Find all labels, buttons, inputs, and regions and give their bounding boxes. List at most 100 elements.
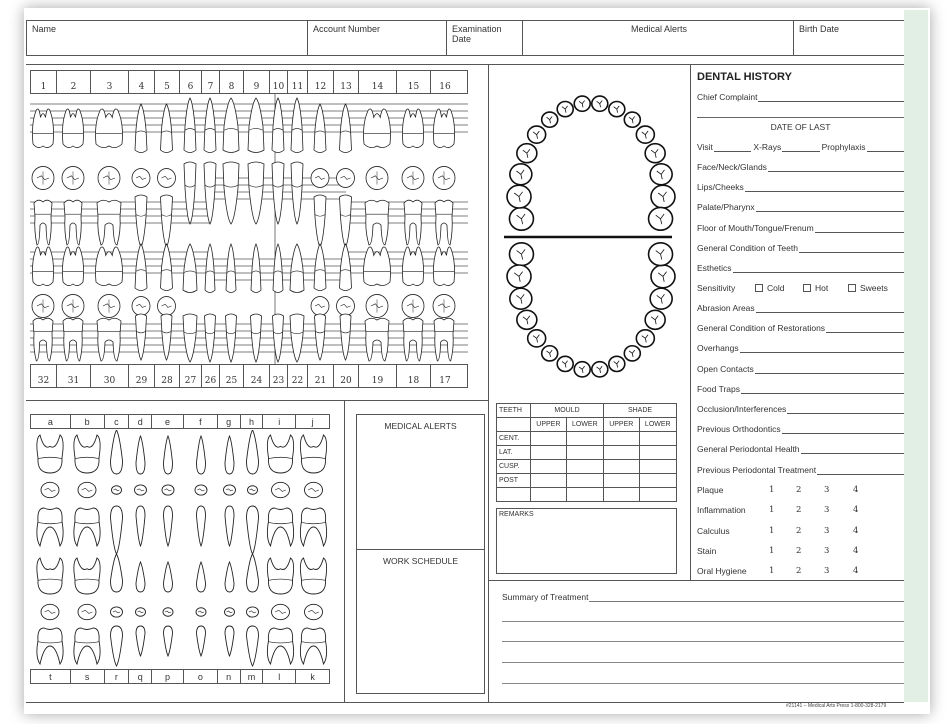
mould-shade-cell[interactable] — [530, 445, 567, 460]
chief-complaint-field[interactable]: Chief Complaint — [697, 92, 904, 102]
history-field[interactable]: Food Traps — [697, 384, 904, 394]
sensitivity-cold[interactable]: Cold — [755, 283, 803, 293]
mould-shade-cell[interactable] — [638, 459, 678, 474]
rating-option[interactable]: 1 — [769, 566, 774, 576]
history-field[interactable]: Occlusion/Interferences — [697, 404, 904, 414]
sensitivity-sweets[interactable]: Sweets — [848, 283, 888, 293]
mould-shade-cell[interactable] — [603, 473, 640, 488]
tooth-number-cell[interactable]: 14 — [359, 71, 397, 93]
medical-alerts-field[interactable]: Medical Alerts — [522, 20, 794, 56]
mould-shade-cell[interactable] — [603, 431, 640, 446]
summary-line[interactable] — [502, 683, 904, 684]
mould-shade-cell[interactable] — [603, 487, 640, 502]
tooth-number-cell[interactable]: 21 — [308, 365, 334, 387]
history-field[interactable]: Lips/Cheeks — [697, 182, 904, 193]
rating-option[interactable]: 3 — [824, 505, 829, 515]
history-field[interactable]: Abrasion Areas — [697, 303, 904, 313]
history-field[interactable]: Previous Orthodontics — [697, 424, 904, 435]
primary-tooth-letter-cell[interactable]: e — [152, 415, 184, 428]
mould-shade-cell[interactable] — [565, 459, 605, 474]
history-field[interactable]: Palate/Pharynx — [697, 202, 904, 213]
mould-shade-cell[interactable] — [638, 473, 678, 488]
tooth-number-cell[interactable]: 6 — [180, 71, 202, 93]
mould-shade-cell[interactable] — [565, 431, 605, 446]
mould-shade-cell[interactable] — [638, 487, 678, 502]
primary-tooth-letter-cell[interactable]: n — [218, 670, 241, 683]
cold-checkbox[interactable] — [755, 284, 763, 292]
primary-tooth-letter-cell[interactable]: f — [184, 415, 218, 428]
mould-shade-cell[interactable] — [603, 459, 640, 474]
tooth-number-cell[interactable]: 20 — [334, 365, 359, 387]
tooth-number-cell[interactable]: 5 — [155, 71, 180, 93]
tooth-number-cell[interactable]: 17 — [431, 365, 459, 387]
history-field[interactable]: General Condition of Restorations — [697, 323, 904, 334]
tooth-number-cell[interactable]: 3 — [91, 71, 129, 93]
primary-tooth-letter-cell[interactable]: k — [296, 670, 329, 683]
primary-tooth-letter-cell[interactable]: i — [263, 415, 297, 428]
examination-date-field[interactable]: Examination Date — [446, 20, 523, 56]
summary-line[interactable] — [502, 641, 904, 642]
work-schedule-area[interactable] — [357, 550, 484, 693]
primary-tooth-letter-cell[interactable]: t — [31, 670, 71, 683]
tooth-number-cell[interactable]: 28 — [155, 365, 180, 387]
tooth-number-cell[interactable]: 1 — [31, 71, 57, 93]
history-field[interactable]: Floor of Mouth/Tongue/Frenum — [697, 223, 904, 233]
dental-arch-diagram[interactable] — [496, 85, 686, 385]
rating-option[interactable]: 4 — [853, 566, 858, 576]
tooth-number-cell[interactable]: 11 — [288, 71, 308, 93]
summary-of-treatment-field[interactable]: Summary of Treatment — [502, 592, 904, 602]
rating-option[interactable]: 2 — [796, 546, 801, 556]
primary-teeth-diagram[interactable] — [30, 430, 330, 668]
rating-option[interactable]: 4 — [853, 485, 858, 495]
tooth-number-cell[interactable]: 23 — [270, 365, 288, 387]
permanent-teeth-diagram[interactable] — [30, 94, 470, 364]
primary-tooth-letter-cell[interactable]: g — [218, 415, 241, 428]
sweets-checkbox[interactable] — [848, 284, 856, 292]
tooth-number-cell[interactable]: 13 — [334, 71, 359, 93]
visit-input[interactable] — [713, 143, 752, 152]
birth-date-field[interactable]: Birth Date — [793, 20, 904, 56]
mould-shade-cell[interactable] — [638, 431, 678, 446]
tooth-number-cell[interactable]: 12 — [308, 71, 334, 93]
tooth-number-cell[interactable]: 15 — [397, 71, 431, 93]
rating-option[interactable]: 4 — [853, 546, 858, 556]
primary-tooth-letter-cell[interactable]: a — [31, 415, 71, 428]
chief-complaint-line2[interactable] — [697, 117, 904, 118]
name-field[interactable]: Name — [26, 20, 308, 56]
mould-shade-cell[interactable] — [603, 445, 640, 460]
rating-option[interactable]: 3 — [824, 526, 829, 536]
primary-tooth-letter-cell[interactable]: h — [241, 415, 264, 428]
tooth-number-cell[interactable]: 25 — [220, 365, 244, 387]
history-field[interactable]: Overhangs — [697, 343, 904, 354]
rating-option[interactable]: 2 — [796, 485, 801, 495]
rating-option[interactable]: 1 — [769, 526, 774, 536]
tooth-number-cell[interactable]: 29 — [129, 365, 155, 387]
tooth-number-cell[interactable]: 32 — [31, 365, 57, 387]
summary-line[interactable] — [502, 621, 904, 622]
primary-tooth-letter-cell[interactable]: m — [241, 670, 264, 683]
rating-option[interactable]: 1 — [769, 485, 774, 495]
sensitivity-hot[interactable]: Hot — [803, 283, 848, 293]
primary-tooth-letter-cell[interactable]: q — [129, 670, 153, 683]
tooth-number-cell[interactable]: 19 — [359, 365, 397, 387]
rating-option[interactable]: 1 — [769, 546, 774, 556]
mould-shade-cell[interactable] — [530, 459, 567, 474]
account-number-field[interactable]: Account Number — [307, 20, 447, 56]
prophylaxis-input[interactable] — [866, 143, 904, 152]
rating-option[interactable]: 3 — [824, 485, 829, 495]
tooth-number-cell[interactable]: 27 — [180, 365, 202, 387]
remarks-box[interactable]: REMARKS — [496, 508, 677, 574]
history-field[interactable]: Face/Neck/Glands — [697, 162, 904, 172]
mould-shade-cell[interactable] — [565, 473, 605, 488]
tooth-number-cell[interactable]: 30 — [91, 365, 129, 387]
rating-option[interactable]: 4 — [853, 505, 858, 515]
history-field[interactable]: General Periodontal Health — [697, 444, 904, 455]
history-field[interactable]: Previous Periodontal Treatment — [697, 465, 904, 475]
mould-shade-cell[interactable] — [530, 487, 567, 502]
tooth-number-cell[interactable]: 2 — [57, 71, 91, 93]
xrays-input[interactable] — [782, 143, 820, 152]
tooth-number-cell[interactable]: 7 — [202, 71, 220, 93]
primary-tooth-letter-cell[interactable]: r — [105, 670, 130, 683]
tooth-number-cell[interactable]: 9 — [244, 71, 270, 93]
primary-tooth-letter-cell[interactable]: d — [129, 415, 153, 428]
